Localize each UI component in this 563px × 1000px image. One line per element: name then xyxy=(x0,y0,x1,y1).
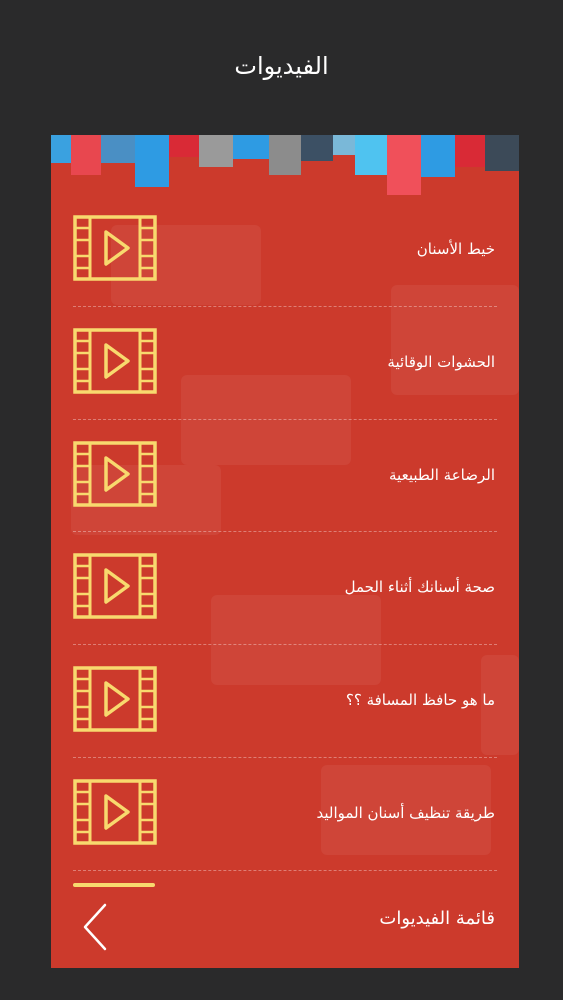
page-title: الفيديوات xyxy=(234,52,329,80)
video-title: صحة أسنانك أثناء الحمل xyxy=(344,578,495,597)
footer-title: قائمة الفيديوات xyxy=(379,908,495,929)
video-list-item[interactable]: طريقة تنظيف أسنان المواليد xyxy=(51,757,519,869)
video-play-icon xyxy=(73,553,157,620)
chevron-left-icon xyxy=(83,903,107,951)
video-list-item[interactable]: الرضاعة الطبيعية xyxy=(51,419,519,531)
video-list-item[interactable]: خيط الأسنان xyxy=(51,193,519,305)
video-list-item[interactable]: ما هو حافظ المسافة ؟؟ xyxy=(51,644,519,756)
video-title: طريقة تنظيف أسنان المواليد xyxy=(316,804,495,822)
video-title: الرضاعة الطبيعية xyxy=(389,465,495,484)
video-list-item[interactable]: صحة أسنانك أثناء الحمل xyxy=(51,531,519,643)
video-play-icon xyxy=(73,666,157,732)
list-divider xyxy=(73,869,497,871)
video-play-icon xyxy=(73,440,157,507)
video-list-item[interactable]: الحشوات الوقائية xyxy=(51,306,519,418)
video-play-icon xyxy=(73,328,157,394)
video-title: ما هو حافظ المسافة ؟؟ xyxy=(345,691,495,710)
footer-accent-line xyxy=(73,883,155,887)
decorative-stripes xyxy=(51,135,519,195)
video-play-icon xyxy=(73,779,157,845)
video-title: الحشوات الوقائية xyxy=(387,352,495,371)
videos-panel: خيط الأسنان الحشوات الوقائية الرضاعة الط… xyxy=(51,135,519,968)
video-play-icon xyxy=(73,215,157,281)
video-title: خيط الأسنان xyxy=(416,240,495,258)
back-button[interactable] xyxy=(79,901,115,953)
